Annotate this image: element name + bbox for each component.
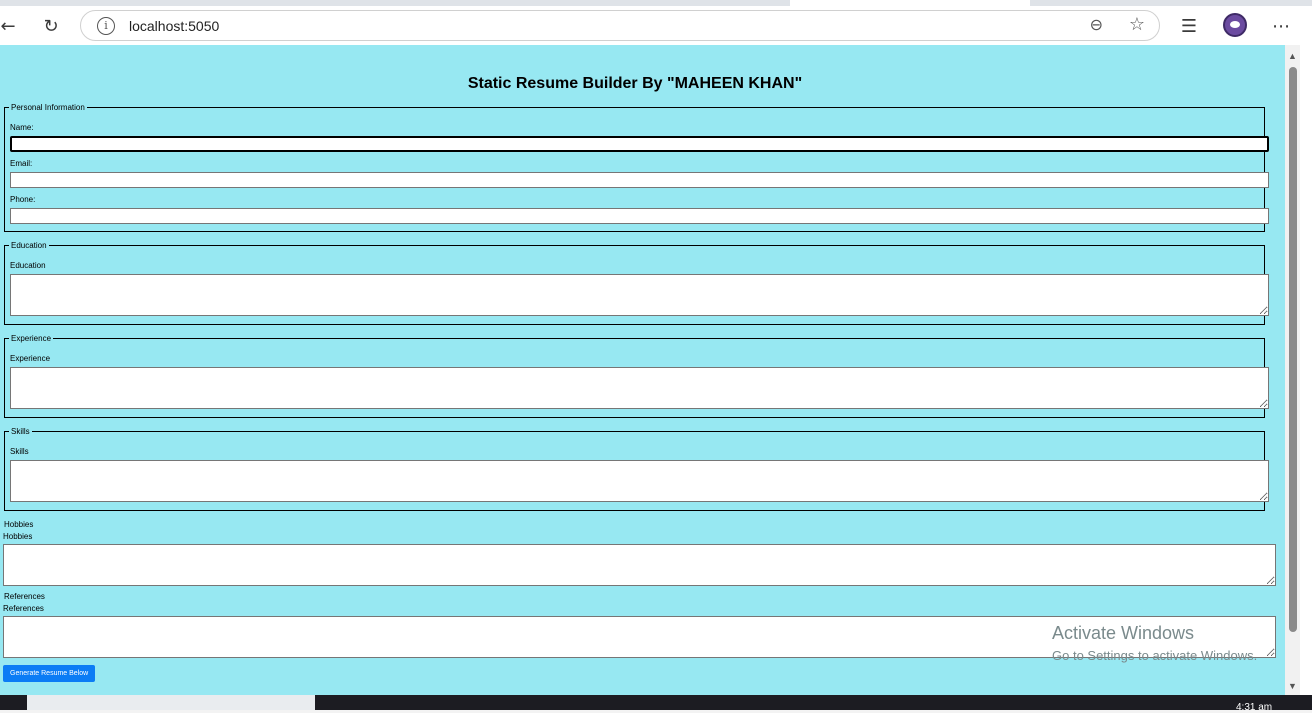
name-label: Name:: [10, 123, 34, 132]
personal-info-fieldset: Personal Information Name: Email: Phone:: [4, 103, 1269, 232]
back-arrow-icon[interactable]: ←: [0, 12, 22, 40]
more-options-icon[interactable]: ⋯: [1267, 12, 1295, 40]
favorites-list-icon[interactable]: ☰: [1175, 12, 1203, 40]
skills-label: Skills: [10, 447, 29, 456]
taskbar-search-area[interactable]: [27, 695, 315, 710]
url-text: localhost:5050: [129, 18, 220, 34]
scroll-down-icon[interactable]: ▼: [1288, 681, 1297, 691]
scrollbar-thumb[interactable]: [1289, 67, 1297, 632]
sidebar-edge: [1300, 45, 1312, 695]
education-label: Education: [10, 261, 46, 270]
vertical-scrollbar[interactable]: ▲ ▼: [1285, 45, 1300, 695]
page-viewport: Static Resume Builder By "MAHEEN KHAN" P…: [0, 45, 1285, 695]
skills-fieldset: Skills Skills: [4, 427, 1269, 511]
education-legend: Education: [11, 241, 47, 250]
browser-toolbar: ← ↻ i localhost:5050 ⊖ ☆ ☰ ⋯: [0, 6, 1312, 45]
hobbies-heading: Hobbies: [4, 520, 34, 529]
windows-taskbar: 4:31 am: [0, 695, 1312, 713]
scroll-up-icon[interactable]: ▲: [1288, 51, 1297, 61]
reload-icon[interactable]: ↻: [37, 12, 65, 40]
references-label: References: [3, 604, 44, 613]
address-bar[interactable]: i localhost:5050 ⊖ ☆: [80, 10, 1160, 41]
experience-textarea[interactable]: [10, 367, 1269, 409]
profile-avatar-icon[interactable]: [1223, 13, 1247, 37]
skills-textarea[interactable]: [10, 460, 1269, 502]
phone-input[interactable]: [10, 208, 1269, 224]
activate-windows-watermark: Activate Windows Go to Settings to activ…: [1052, 623, 1257, 663]
favorite-star-icon[interactable]: ☆: [1129, 14, 1145, 35]
watermark-line-2: Go to Settings to activate Windows.: [1052, 648, 1258, 663]
education-fieldset: Education Education: [4, 241, 1269, 325]
hobbies-textarea[interactable]: [3, 544, 1276, 586]
references-heading: References: [4, 592, 45, 601]
experience-label: Experience: [10, 354, 51, 363]
hobbies-label: Hobbies: [3, 532, 33, 541]
email-label: Email:: [10, 159, 33, 168]
name-input[interactable]: [10, 136, 1269, 152]
generate-resume-button[interactable]: Generate Resume Below: [3, 665, 96, 682]
experience-legend: Experience: [11, 334, 52, 343]
site-info-icon[interactable]: i: [97, 17, 115, 35]
skills-legend: Skills: [11, 427, 30, 436]
taskbar-clock: 4:31 am: [1236, 702, 1273, 713]
phone-label: Phone:: [10, 195, 36, 204]
email-input[interactable]: [10, 172, 1269, 188]
watermark-line-1: Activate Windows: [1052, 623, 1195, 643]
experience-fieldset: Experience Experience: [4, 334, 1269, 418]
page-title: Static Resume Builder By "MAHEEN KHAN": [467, 75, 803, 92]
zoom-out-icon[interactable]: ⊖: [1090, 15, 1103, 34]
personal-info-legend: Personal Information: [11, 103, 85, 112]
education-textarea[interactable]: [10, 274, 1269, 316]
